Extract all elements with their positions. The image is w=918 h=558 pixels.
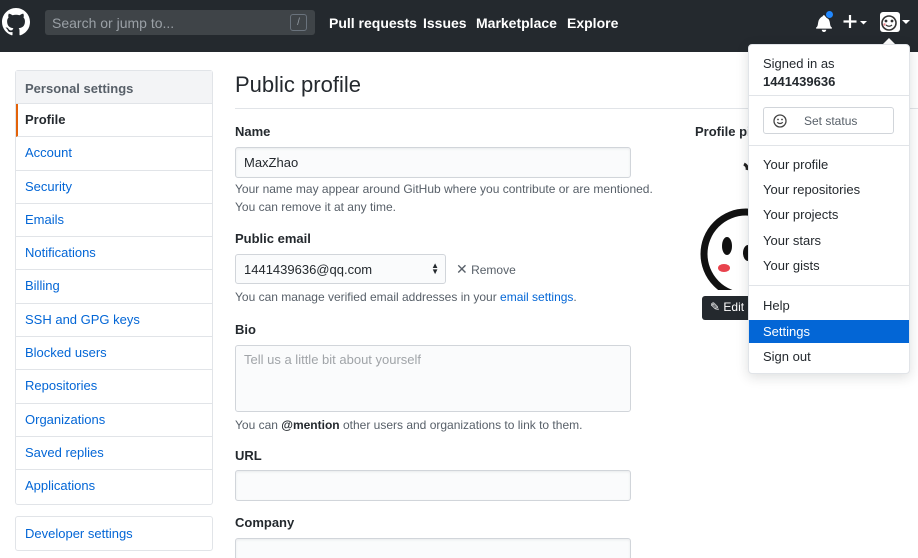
menu-your-stars[interactable]: Your stars	[749, 229, 909, 252]
name-note: Your name may appear around GitHub where…	[235, 180, 653, 216]
url-label: URL	[235, 448, 262, 463]
sidebar-item-notifications[interactable]: Notifications	[16, 237, 212, 271]
bio-note-prefix: You can	[235, 418, 282, 432]
sidebar-item-applications[interactable]: Applications	[16, 470, 212, 503]
avatar	[880, 12, 900, 32]
search-shortcut-hint: /	[290, 14, 307, 31]
sidebar-item-blocked-users[interactable]: Blocked users	[16, 337, 212, 371]
public-email-label: Public email	[235, 231, 311, 246]
profile-picture	[696, 150, 756, 290]
public-email-select[interactable]: 1441439636@qq.com ▲ ▼	[235, 254, 446, 284]
menu-your-gists[interactable]: Your gists	[749, 254, 909, 277]
sidebar-item-organizations[interactable]: Organizations	[16, 404, 212, 437]
sidebar-item-saved-replies[interactable]: Saved replies	[16, 437, 212, 471]
edit-label: Edit	[723, 300, 745, 314]
sidebar-item-emails[interactable]: Emails	[16, 204, 212, 238]
bio-note-suffix: other users and organizations to link to…	[339, 418, 583, 432]
name-note-line-1: Your name may appear around GitHub where…	[235, 182, 653, 196]
company-field[interactable]	[235, 538, 631, 558]
menu-settings[interactable]: Settings	[749, 320, 909, 343]
create-new-plus-icon[interactable]	[843, 12, 869, 34]
developer-settings-box: Developer settings	[15, 516, 213, 551]
name-field[interactable]	[235, 147, 631, 178]
set-status-label: Set status	[804, 114, 858, 128]
nav-issues[interactable]: Issues	[423, 15, 467, 31]
edit-picture-button[interactable]: ✎ Edit	[702, 296, 754, 320]
remove-label: Remove	[471, 263, 516, 277]
public-email-value: 1441439636@qq.com	[244, 262, 373, 277]
nav-explore[interactable]: Explore	[567, 15, 618, 31]
company-label: Company	[235, 515, 295, 530]
menu-your-repositories[interactable]: Your repositories	[749, 178, 909, 201]
select-arrows-icon: ▲ ▼	[431, 261, 439, 276]
signed-in-label: Signed in as	[763, 56, 835, 71]
nav-marketplace[interactable]: Marketplace	[476, 15, 557, 31]
page-title: Public profile	[235, 72, 361, 97]
name-note-line-2: You can remove it at any time.	[235, 200, 396, 214]
search-box[interactable]: /	[45, 10, 315, 35]
menu-help[interactable]: Help	[749, 294, 909, 317]
notification-indicator-icon	[825, 10, 834, 19]
pencil-icon: ✎	[710, 300, 721, 314]
email-settings-link[interactable]: email settings	[500, 290, 573, 304]
smiley-icon	[773, 114, 787, 128]
bio-textarea[interactable]	[235, 345, 631, 412]
dropdown-divider	[749, 285, 909, 286]
dropdown-divider	[749, 95, 909, 96]
menu-sign-out[interactable]: Sign out	[749, 345, 909, 368]
menu-your-projects[interactable]: Your projects	[749, 203, 909, 226]
signed-in-username: 1441439636	[763, 74, 836, 89]
sidebar-item-profile[interactable]: Profile	[16, 104, 212, 138]
email-note-text: You can manage verified email addresses …	[235, 290, 501, 304]
sidebar-heading: Personal settings	[16, 71, 212, 104]
settings-sidebar: Personal settings Profile Account Securi…	[15, 70, 213, 505]
search-input[interactable]	[45, 10, 315, 35]
sidebar-item-account[interactable]: Account	[16, 137, 212, 171]
user-avatar-menu-button[interactable]	[880, 12, 910, 34]
sidebar-item-billing[interactable]: Billing	[16, 270, 212, 304]
signed-in-info: Signed in as 1441439636	[763, 55, 835, 91]
name-label: Name	[235, 124, 271, 139]
close-icon: ✕	[456, 261, 468, 277]
email-note-suffix: .	[573, 290, 577, 304]
sidebar-item-ssh-gpg-keys[interactable]: SSH and GPG keys	[16, 304, 212, 338]
mention-keyword: @mention	[281, 418, 340, 432]
email-note: You can manage verified email addresses …	[235, 288, 577, 306]
sidebar-item-developer-settings[interactable]: Developer settings	[16, 517, 212, 550]
bio-label: Bio	[235, 322, 256, 337]
remove-email-button[interactable]: ✕ Remove	[456, 261, 516, 278]
user-dropdown-menu: Signed in as 1441439636 Set status Your …	[748, 44, 910, 374]
menu-your-profile[interactable]: Your profile	[749, 153, 909, 176]
dropdown-divider	[749, 145, 909, 146]
bio-note: You can @mention other users and organiz…	[235, 416, 582, 434]
sidebar-item-security[interactable]: Security	[16, 171, 212, 204]
nav-pull-requests[interactable]: Pull requests	[329, 15, 417, 31]
chevron-down-icon	[902, 20, 910, 24]
github-logo-icon[interactable]	[2, 8, 30, 36]
set-status-button[interactable]: Set status	[763, 107, 894, 134]
sidebar-item-repositories[interactable]: Repositories	[16, 370, 212, 404]
url-field[interactable]	[235, 470, 631, 501]
